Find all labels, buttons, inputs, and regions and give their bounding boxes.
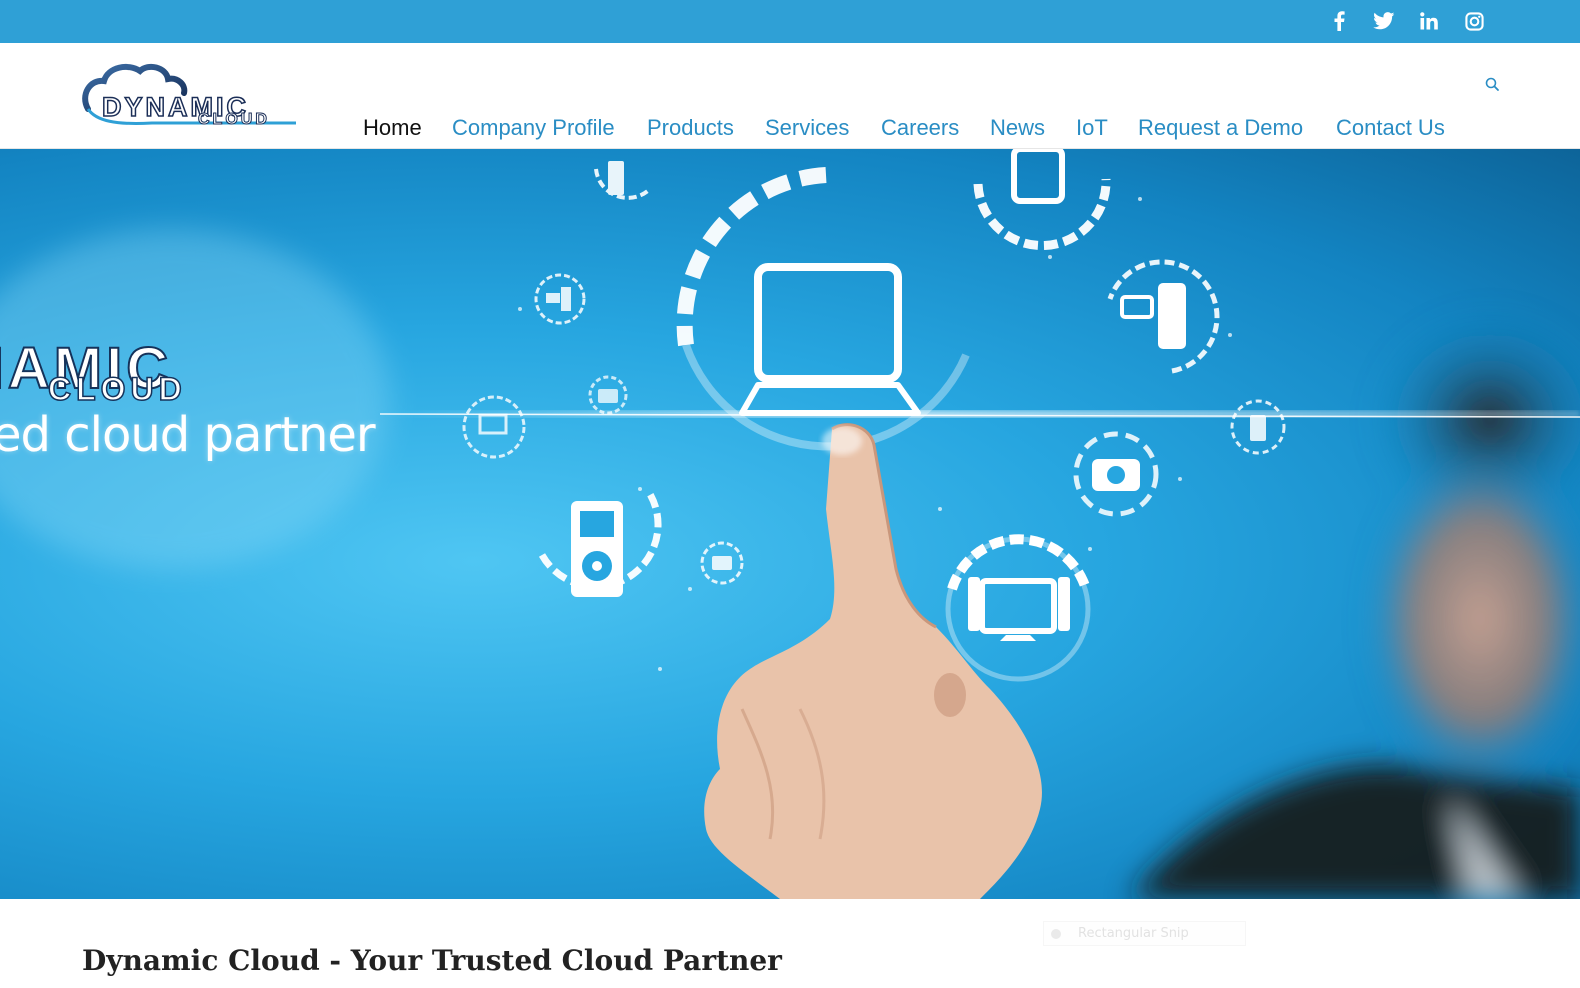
- tv-icon: [945, 534, 1091, 682]
- instagram-icon[interactable]: [1462, 9, 1486, 33]
- nav-services[interactable]: Services: [765, 115, 849, 143]
- small-camera-icon: [588, 375, 628, 415]
- person-blur: [1130, 309, 1580, 899]
- hand-illustration: [704, 423, 1042, 899]
- phone-icon: [973, 149, 1111, 251]
- small-phone-right-icon: [1230, 399, 1286, 455]
- page-title: Dynamic Cloud - Your Trusted Cloud Partn…: [82, 944, 782, 977]
- snip-label: Rectangular Snip: [1078, 926, 1189, 941]
- twitter-icon[interactable]: [1372, 9, 1396, 33]
- hero-illustration: [0, 149, 1580, 899]
- logo-subtitle: CLOUD: [198, 111, 270, 129]
- mobile-icon: [594, 161, 652, 200]
- nav-request-demo[interactable]: Request a Demo: [1138, 115, 1303, 143]
- top-bar: [0, 0, 1580, 43]
- tiny-camera-icon: [700, 541, 744, 585]
- camera-icon: [1073, 431, 1159, 517]
- nav-company-profile[interactable]: Company Profile: [452, 115, 615, 143]
- rectangular-snip-overlay[interactable]: Rectangular Snip: [1043, 921, 1246, 946]
- hero-brand-subtitle: CLOUD: [47, 370, 187, 408]
- hero-banner: NAMIC CLOUD ed cloud partner: [0, 149, 1580, 899]
- nav-careers[interactable]: Careers: [881, 115, 959, 143]
- snip-mode-icon: [1051, 929, 1061, 939]
- nav-news[interactable]: News: [990, 115, 1045, 143]
- search-icon[interactable]: [1484, 76, 1504, 96]
- nav-products[interactable]: Products: [647, 115, 734, 143]
- camcorder-icon: [1107, 259, 1220, 374]
- music-player-icon: [538, 492, 662, 597]
- hero-tagline: ed cloud partner: [0, 407, 376, 463]
- nav-contact-us[interactable]: Contact Us: [1336, 115, 1445, 143]
- nav-iot[interactable]: IoT: [1076, 115, 1108, 143]
- nav-home[interactable]: Home: [363, 115, 422, 143]
- site-header: DYNAMIC CLOUD Home Company Profile Produ…: [0, 43, 1580, 149]
- laptop-icon: [739, 263, 921, 416]
- small-camcorder-icon: [534, 273, 586, 325]
- small-tv-icon: [462, 395, 526, 459]
- site-logo[interactable]: DYNAMIC CLOUD: [82, 61, 312, 129]
- linkedin-icon[interactable]: [1417, 9, 1441, 33]
- facebook-icon[interactable]: [1327, 9, 1351, 33]
